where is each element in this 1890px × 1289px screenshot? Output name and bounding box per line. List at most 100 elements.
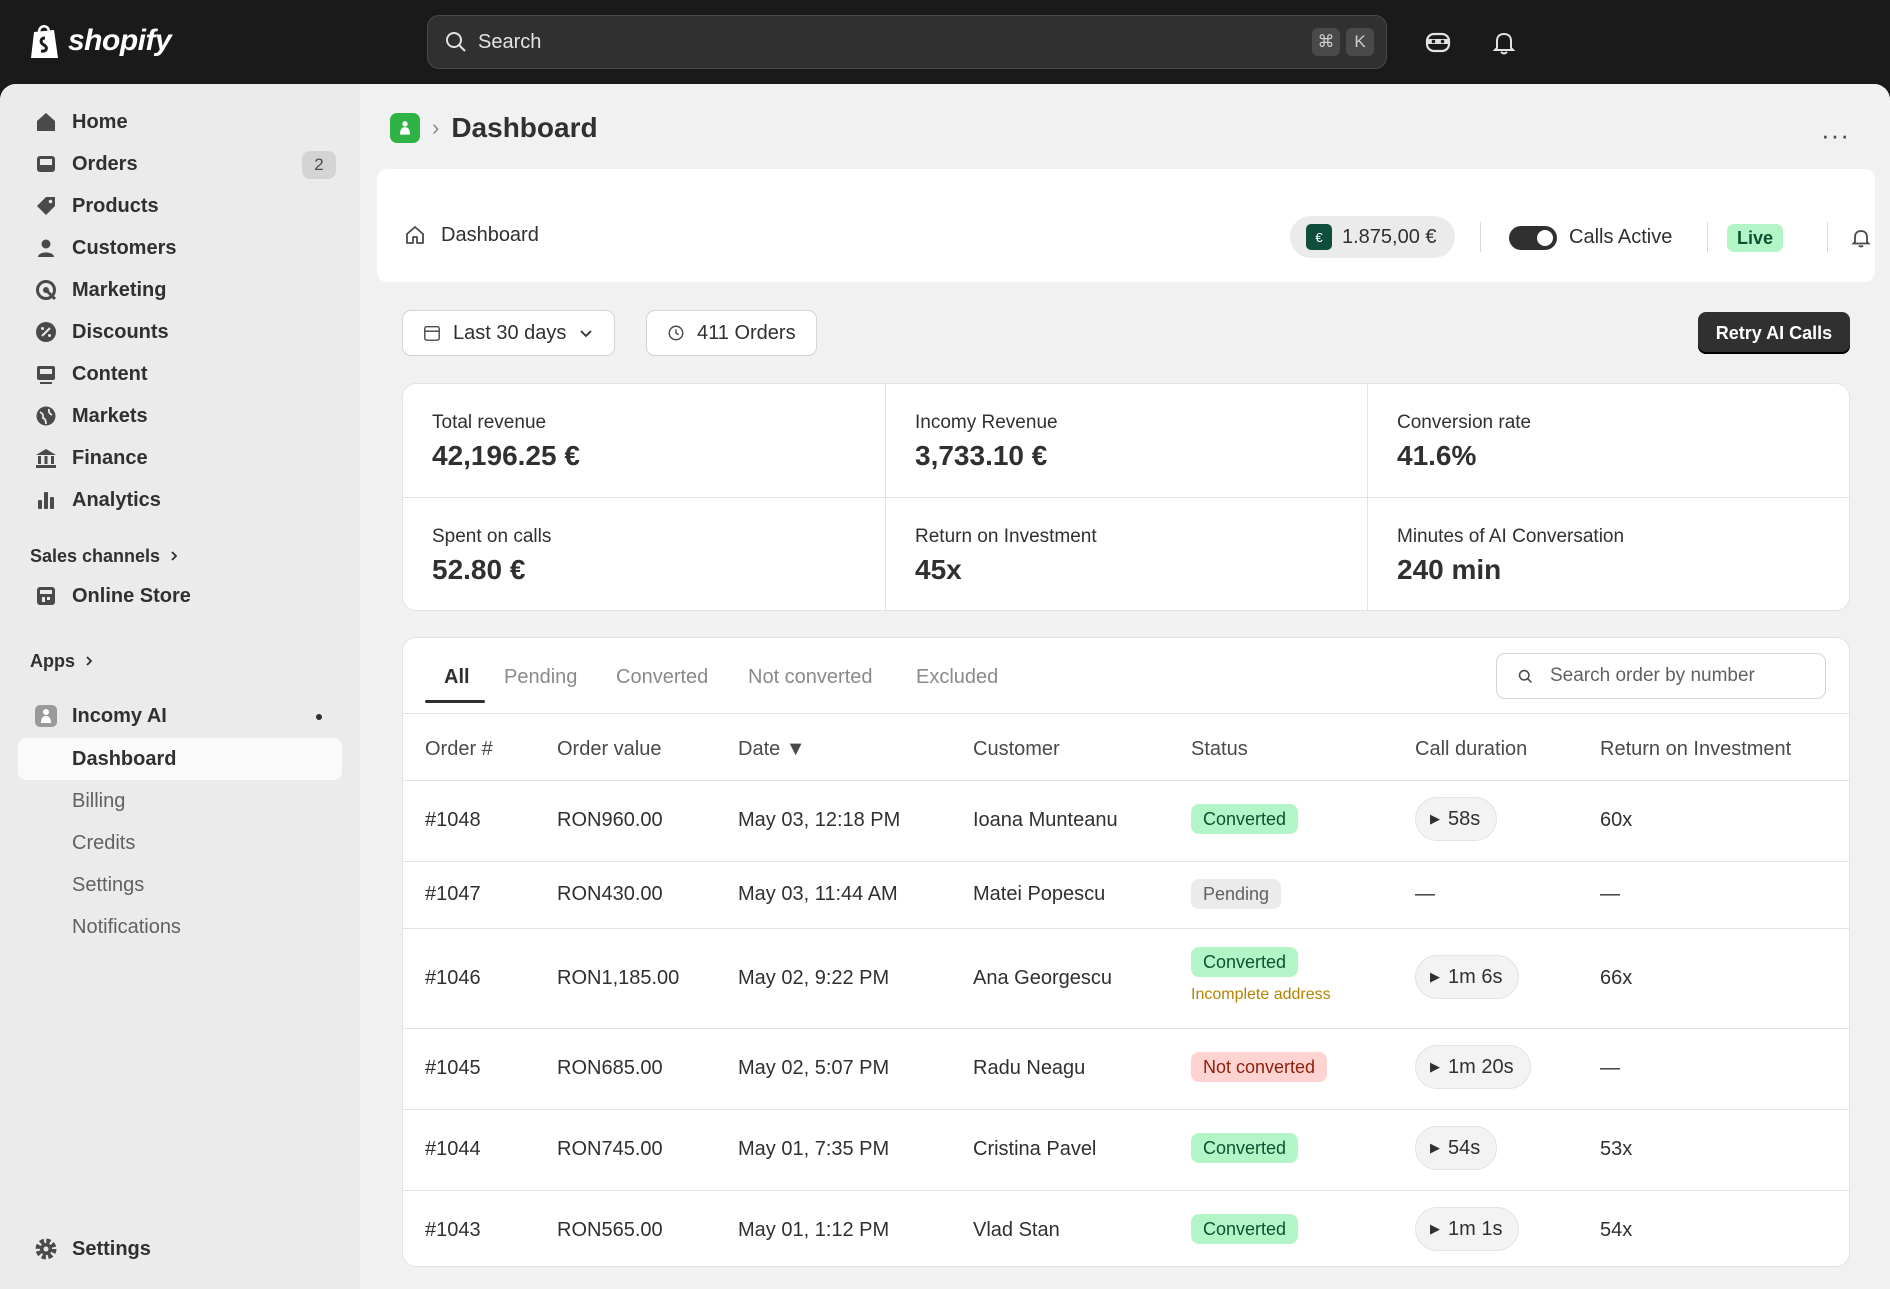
order-date: May 03, 11:44 AM	[738, 883, 898, 905]
sidebar-item-settings[interactable]: Settings	[18, 1229, 342, 1269]
table-row[interactable]: #1047 RON430.00 May 03, 11:44 AM Matei P…	[403, 861, 1849, 928]
call-duration-value: 1m 20s	[1448, 1055, 1514, 1078]
sales-channels-section[interactable]: Sales channels	[30, 546, 180, 567]
retry-ai-calls-button[interactable]: Retry AI Calls	[1698, 312, 1850, 354]
call-recording-button[interactable]: ▶ 58s	[1415, 797, 1498, 841]
more-actions-button[interactable]: ···	[1821, 120, 1850, 151]
play-icon: ▶	[1430, 1221, 1440, 1236]
orders-table-card: All Pending Converted Not converted Excl…	[402, 637, 1850, 1267]
column-header-roi: Return on Investment	[1600, 738, 1792, 760]
sidebar-item-online-store[interactable]: Online Store	[18, 576, 342, 616]
sidebar-item-content[interactable]: Content	[18, 354, 342, 394]
chevron-down-icon	[580, 330, 593, 338]
search-placeholder: Search	[478, 30, 542, 53]
table-row[interactable]: #1043 RON565.00 May 01, 1:12 PM Vlad Sta…	[403, 1190, 1849, 1266]
notifications-bell-icon[interactable]	[1488, 26, 1520, 58]
order-date: May 02, 5:07 PM	[738, 1057, 890, 1079]
shopify-bag-icon	[31, 25, 58, 58]
table-row[interactable]: #1046 RON1,185.00 May 02, 9:22 PM Ana Ge…	[403, 928, 1849, 1028]
order-value: RON1,185.00	[557, 967, 680, 989]
call-recording-button[interactable]: ▶ 1m 1s	[1415, 1207, 1520, 1251]
metric-card: Minutes of AI Conversation 240 min	[1368, 498, 1849, 610]
roi-value: —	[1600, 1057, 1620, 1079]
metric-label: Incomy Revenue	[915, 412, 1058, 433]
sidebar-subitem-billing[interactable]: Billing	[18, 780, 342, 822]
call-duration-value: —	[1415, 883, 1435, 905]
orders-count-chip[interactable]: 411 Orders	[646, 310, 817, 356]
breadcrumb-separator-icon: ›	[432, 115, 440, 140]
sidebar-item-incomy-ai[interactable]: Incomy AI	[18, 696, 342, 736]
customer-name: Ana Georgescu	[973, 967, 1112, 989]
shortcut-cmd-key: ⌘	[1312, 28, 1340, 56]
sidebar-item-finance[interactable]: Finance	[18, 438, 342, 478]
order-value: RON960.00	[557, 809, 663, 831]
sidebar-item-label: Incomy AI	[72, 704, 167, 727]
column-header-call-duration: Call duration	[1415, 738, 1528, 760]
metric-value: 42,196.25 €	[432, 440, 580, 471]
date-range-value: Last 30 days	[453, 321, 567, 344]
metric-value: 3,733.10 €	[915, 440, 1048, 471]
shortcut-k-key: K	[1346, 28, 1374, 56]
credit-balance[interactable]: € 1.875,00 €	[1290, 216, 1455, 258]
bar-chart-icon	[34, 488, 58, 512]
calls-active-toggle[interactable]	[1509, 226, 1557, 250]
play-icon: ▶	[1430, 1140, 1440, 1155]
sidebar-item-label: Products	[72, 194, 159, 217]
sidebar-item-marketing[interactable]: Marketing	[18, 270, 342, 310]
sidebar-item-analytics[interactable]: Analytics	[18, 480, 342, 520]
sidebar-item-discounts[interactable]: Discounts	[18, 312, 342, 352]
order-number: #1043	[425, 1219, 481, 1241]
sidebar-item-label: Settings	[72, 1237, 151, 1260]
sidebar-subitem-notifications[interactable]: Notifications	[18, 906, 342, 948]
tab-all[interactable]: All	[444, 666, 470, 689]
sidebar-subitem-settings[interactable]: Settings	[18, 864, 342, 906]
column-header-status: Status	[1191, 738, 1248, 760]
apps-section[interactable]: Apps	[30, 651, 95, 672]
incomy-app-icon[interactable]	[390, 113, 420, 143]
sidebar-item-orders[interactable]: Orders 2	[18, 144, 342, 184]
search-icon	[1518, 669, 1532, 683]
metric-label: Minutes of AI Conversation	[1397, 526, 1625, 547]
metric-value: 52.80 €	[432, 554, 526, 585]
sidebar: Home Orders 2 Products Customers Marketi…	[0, 84, 360, 1289]
gear-icon	[34, 1237, 58, 1261]
shopify-logo[interactable]: shopify	[28, 22, 172, 60]
call-duration-value: 58s	[1448, 807, 1481, 830]
globe-icon	[34, 404, 58, 428]
call-recording-button[interactable]: ▶ 1m 20s	[1415, 1045, 1531, 1089]
date-range-select[interactable]: Last 30 days	[402, 310, 616, 356]
sidebar-item-markets[interactable]: Markets	[18, 396, 342, 436]
status-badge: Pending	[1191, 879, 1282, 909]
chevron-right-icon	[168, 546, 180, 567]
tab-excluded[interactable]: Excluded	[916, 666, 998, 689]
sidebar-item-label: Markets	[72, 404, 148, 427]
sidebar-subitem-dashboard[interactable]: Dashboard	[18, 738, 342, 780]
store-avatar-icon[interactable]	[1422, 26, 1454, 58]
app-bell-icon[interactable]	[1849, 226, 1873, 250]
sidebar-item-customers[interactable]: Customers	[18, 228, 342, 268]
main-content: › Dashboard ··· Dashboard € 1.875,00 € C…	[360, 84, 1890, 1289]
call-recording-button[interactable]: ▶ 1m 6s	[1415, 955, 1520, 999]
metric-label: Total revenue	[432, 412, 547, 433]
table-row[interactable]: #1045 RON685.00 May 02, 5:07 PM Radu Nea…	[403, 1028, 1849, 1109]
column-header-order: Order #	[425, 738, 493, 760]
tab-pending[interactable]: Pending	[504, 666, 577, 689]
roi-value: 53x	[1600, 1138, 1633, 1160]
customer-name: Cristina Pavel	[973, 1138, 1097, 1160]
column-header-date[interactable]: Date ▼	[738, 738, 806, 761]
sidebar-item-label: Discounts	[72, 320, 169, 343]
target-icon	[34, 278, 58, 302]
table-row[interactable]: #1048 RON960.00 May 03, 12:18 PM Ioana M…	[403, 780, 1849, 861]
sidebar-item-home[interactable]: Home	[18, 102, 342, 142]
call-recording-button[interactable]: ▶ 54s	[1415, 1126, 1498, 1170]
order-search-input[interactable]: Search order by number	[1496, 653, 1826, 699]
tab-converted[interactable]: Converted	[616, 666, 708, 689]
tab-not-converted[interactable]: Not converted	[748, 666, 873, 689]
order-value: RON565.00	[557, 1219, 663, 1241]
app-home-link[interactable]: Dashboard	[403, 223, 539, 247]
sidebar-item-label: Analytics	[72, 488, 161, 511]
sidebar-item-products[interactable]: Products	[18, 186, 342, 226]
global-search[interactable]: Search ⌘ K	[427, 15, 1387, 69]
sidebar-subitem-credits[interactable]: Credits	[18, 822, 342, 864]
table-row[interactable]: #1044 RON745.00 May 01, 7:35 PM Cristina…	[403, 1109, 1849, 1190]
